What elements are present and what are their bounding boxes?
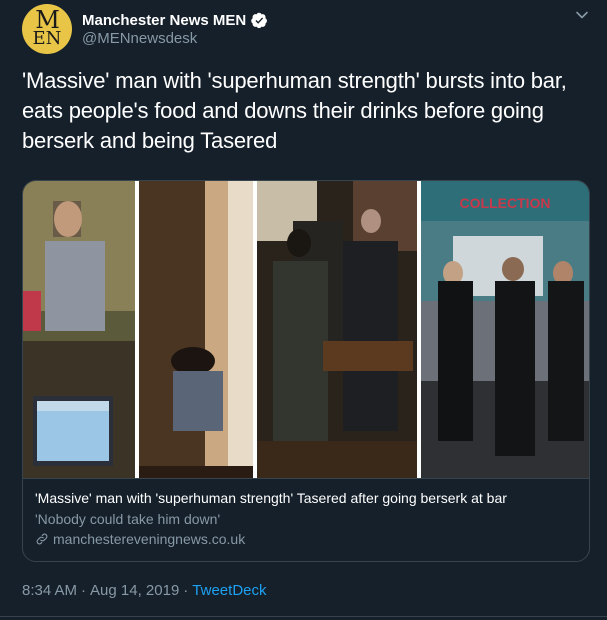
tweet-source-link[interactable]: TweetDeck	[192, 582, 266, 599]
tweet-date[interactable]: Aug 14, 2019	[90, 582, 179, 599]
card-info[interactable]: 'Massive' man with 'superhuman strength'…	[23, 478, 589, 561]
avatar[interactable]: M EN	[22, 4, 72, 54]
meta-separator: ·	[81, 582, 87, 599]
tweet-meta: 8:34 AM · Aug 14, 2019 · TweetDeck	[22, 582, 267, 599]
card-domain-row[interactable]: manchestereveningnews.co.uk	[35, 531, 245, 547]
verified-badge-icon	[251, 12, 268, 28]
meta-separator: ·	[183, 582, 189, 599]
card-description: 'Nobody could take him down'	[35, 511, 221, 527]
shop-sign-text: COLLECTION	[460, 195, 551, 211]
chevron-down-icon[interactable]	[575, 8, 589, 22]
author-name-row: Manchester News MEN	[82, 10, 268, 30]
card-image[interactable]: COLLECTION	[23, 181, 589, 478]
card-title[interactable]: 'Massive' man with 'superhuman strength'…	[35, 490, 507, 506]
tweet-time[interactable]: 8:34 AM	[22, 582, 77, 599]
tweet-text: 'Massive' man with 'superhuman strength'…	[22, 68, 567, 153]
card-domain[interactable]: manchestereveningnews.co.uk	[53, 531, 245, 547]
divider	[0, 616, 607, 617]
link-card[interactable]: COLLECTION 'Massive' man with 'superhuma…	[22, 180, 590, 562]
avatar-logo-bottom: EN	[32, 28, 62, 49]
news-photo-collage: COLLECTION	[23, 181, 589, 478]
link-icon	[36, 533, 48, 545]
tweet: M EN Manchester News MEN @MENnewsdesk 'M…	[0, 0, 607, 620]
author-handle[interactable]: @MENnewsdesk	[82, 30, 197, 47]
display-name[interactable]: Manchester News MEN	[82, 12, 246, 29]
